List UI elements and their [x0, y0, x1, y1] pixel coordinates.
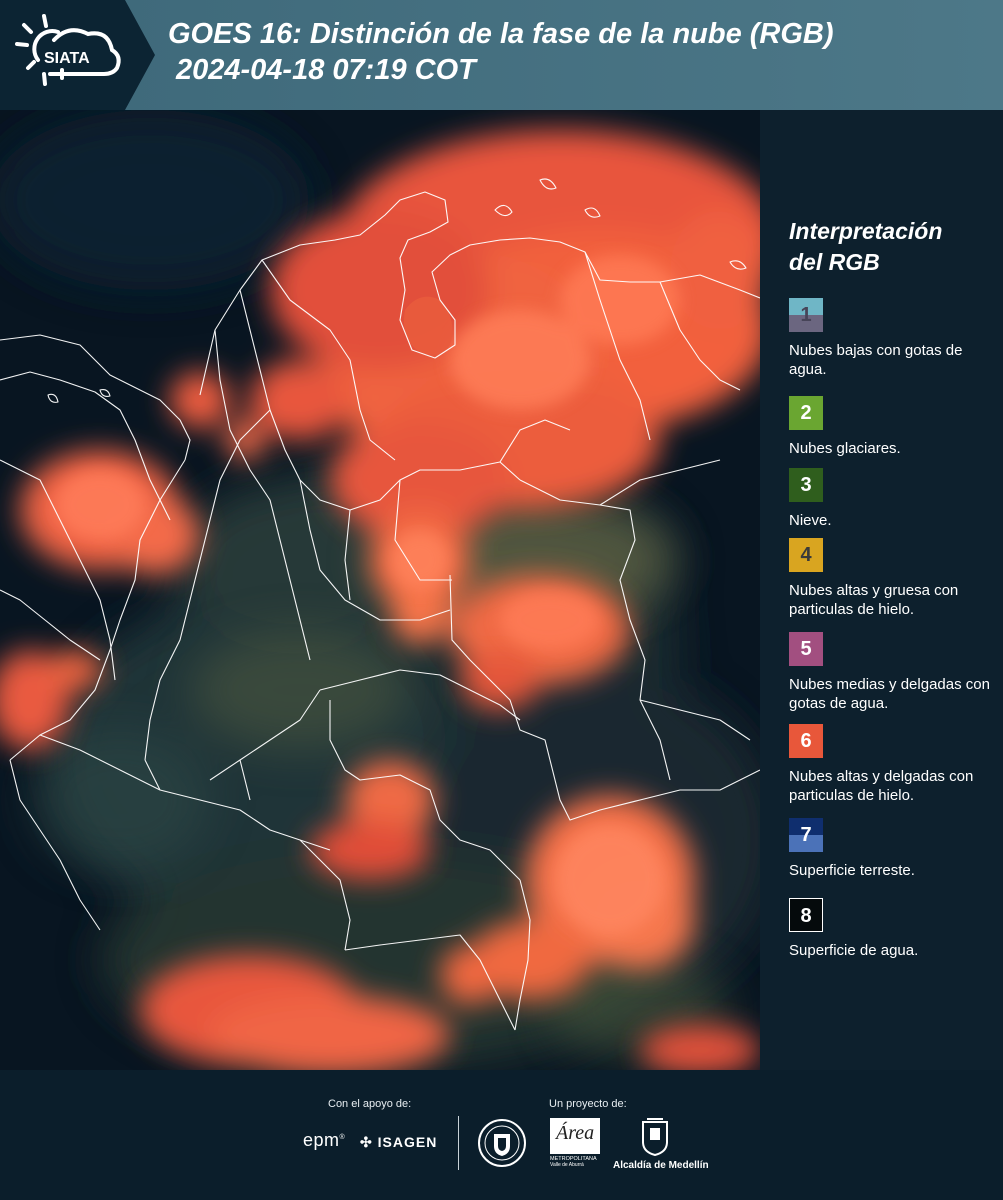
- legend-swatch-4: 4: [789, 538, 823, 572]
- legend-number-8: 8: [800, 905, 812, 927]
- legend-swatch-2: 2: [789, 396, 823, 430]
- satellite-map: [0, 110, 760, 1070]
- medellin-seal-icon: [478, 1119, 526, 1167]
- alcaldia-shield-icon: [642, 1118, 668, 1156]
- legend-number-3: 3: [800, 474, 812, 496]
- legend-label-2: Nubes glaciares.: [789, 440, 901, 457]
- support-label: Con el apoyo de:: [328, 1098, 412, 1110]
- legend-label-6: Nubes altas y delgadas con particulas de…: [789, 768, 974, 804]
- legend-label-4: Nubes altas y gruesa con particulas de h…: [789, 582, 959, 618]
- legend-item-8: 8 Superficie de agua.: [789, 898, 999, 960]
- siata-logo-text: SIATA: [44, 50, 90, 67]
- legend-swatch-7: 7: [789, 818, 823, 852]
- alcaldia-label: Alcaldía de Medellín: [613, 1160, 709, 1171]
- page-title: GOES 16: Distinción de la fase de la nub…: [168, 16, 834, 88]
- legend-label-7: Superficie terreste.: [789, 862, 915, 879]
- legend-item-7: 7 Superficie terreste.: [789, 818, 999, 880]
- legend-number-7: 7: [800, 824, 812, 846]
- legend-item-5: 5 Nubes medias y delgadas con gotas de ag…: [789, 632, 999, 713]
- legend-swatch-1: 1: [789, 298, 823, 332]
- legend-title: Interpretación del RGB: [789, 216, 942, 278]
- project-label: Un proyecto de:: [549, 1098, 627, 1110]
- legend-swatch-8: 8: [789, 898, 823, 932]
- footer-divider: [458, 1116, 459, 1170]
- legend-number-2: 2: [800, 402, 812, 424]
- isagen-logo: ✣ ISAGEN: [360, 1134, 437, 1151]
- area-logo-sub2: Valle de Aburrá: [550, 1162, 584, 1168]
- legend-swatch-3: 3: [789, 468, 823, 502]
- isagen-mark-icon: ✣: [360, 1134, 373, 1150]
- title-line-2: 2024-04-18 07:19 COT: [176, 54, 476, 86]
- legend-item-4: 4 Nubes altas y gruesa con particulas de …: [789, 538, 999, 619]
- satellite-image: [0, 110, 760, 1070]
- legend-label-8: Superficie de agua.: [789, 942, 919, 959]
- legend-item-1: 1 Nubes bajas con gotas de agua.: [789, 298, 999, 379]
- legend-item-3: 3 Nieve.: [789, 468, 999, 530]
- legend-label-5: Nubes medias y delgadas con gotas de agu…: [789, 676, 990, 712]
- area-logo-text: Área: [556, 1122, 595, 1144]
- legend-number-5: 5: [800, 638, 812, 660]
- legend-label-3: Nieve.: [789, 512, 832, 529]
- legend-number-4: 4: [800, 544, 812, 566]
- legend-number-6: 6: [800, 730, 812, 752]
- header: SIATA GOES 16: Distinción de la fase de …: [0, 0, 1003, 110]
- legend-item-2: 2 Nubes glaciares.: [789, 396, 999, 458]
- legend-panel: Interpretación del RGB 1 Nubes bajas con …: [760, 110, 1003, 1070]
- isagen-logo-text: ISAGEN: [377, 1134, 438, 1150]
- legend-title-line-1: Interpretación: [789, 218, 943, 244]
- siata-logo: SIATA: [15, 14, 121, 86]
- legend-number-1: 1: [800, 304, 812, 326]
- title-line-1: GOES 16: Distinción de la fase de la nub…: [168, 18, 834, 50]
- legend-title-line-2: del RGB: [789, 249, 880, 275]
- epm-logo-text: epm: [303, 1130, 340, 1150]
- legend-item-6: 6 Nubes altas y delgadas con particulas d…: [789, 724, 999, 805]
- legend-swatch-5: 5: [789, 632, 823, 666]
- legend-swatch-6: 6: [789, 724, 823, 758]
- legend-label-1: Nubes bajas con gotas de agua.: [789, 342, 963, 378]
- epm-logo: epm®: [303, 1130, 346, 1150]
- area-metropolitana-logo: Área METROPOLITANA Valle de Aburrá: [550, 1118, 600, 1170]
- footer: Con el apoyo de: Un proyecto de: epm® ✣ …: [0, 1070, 1003, 1200]
